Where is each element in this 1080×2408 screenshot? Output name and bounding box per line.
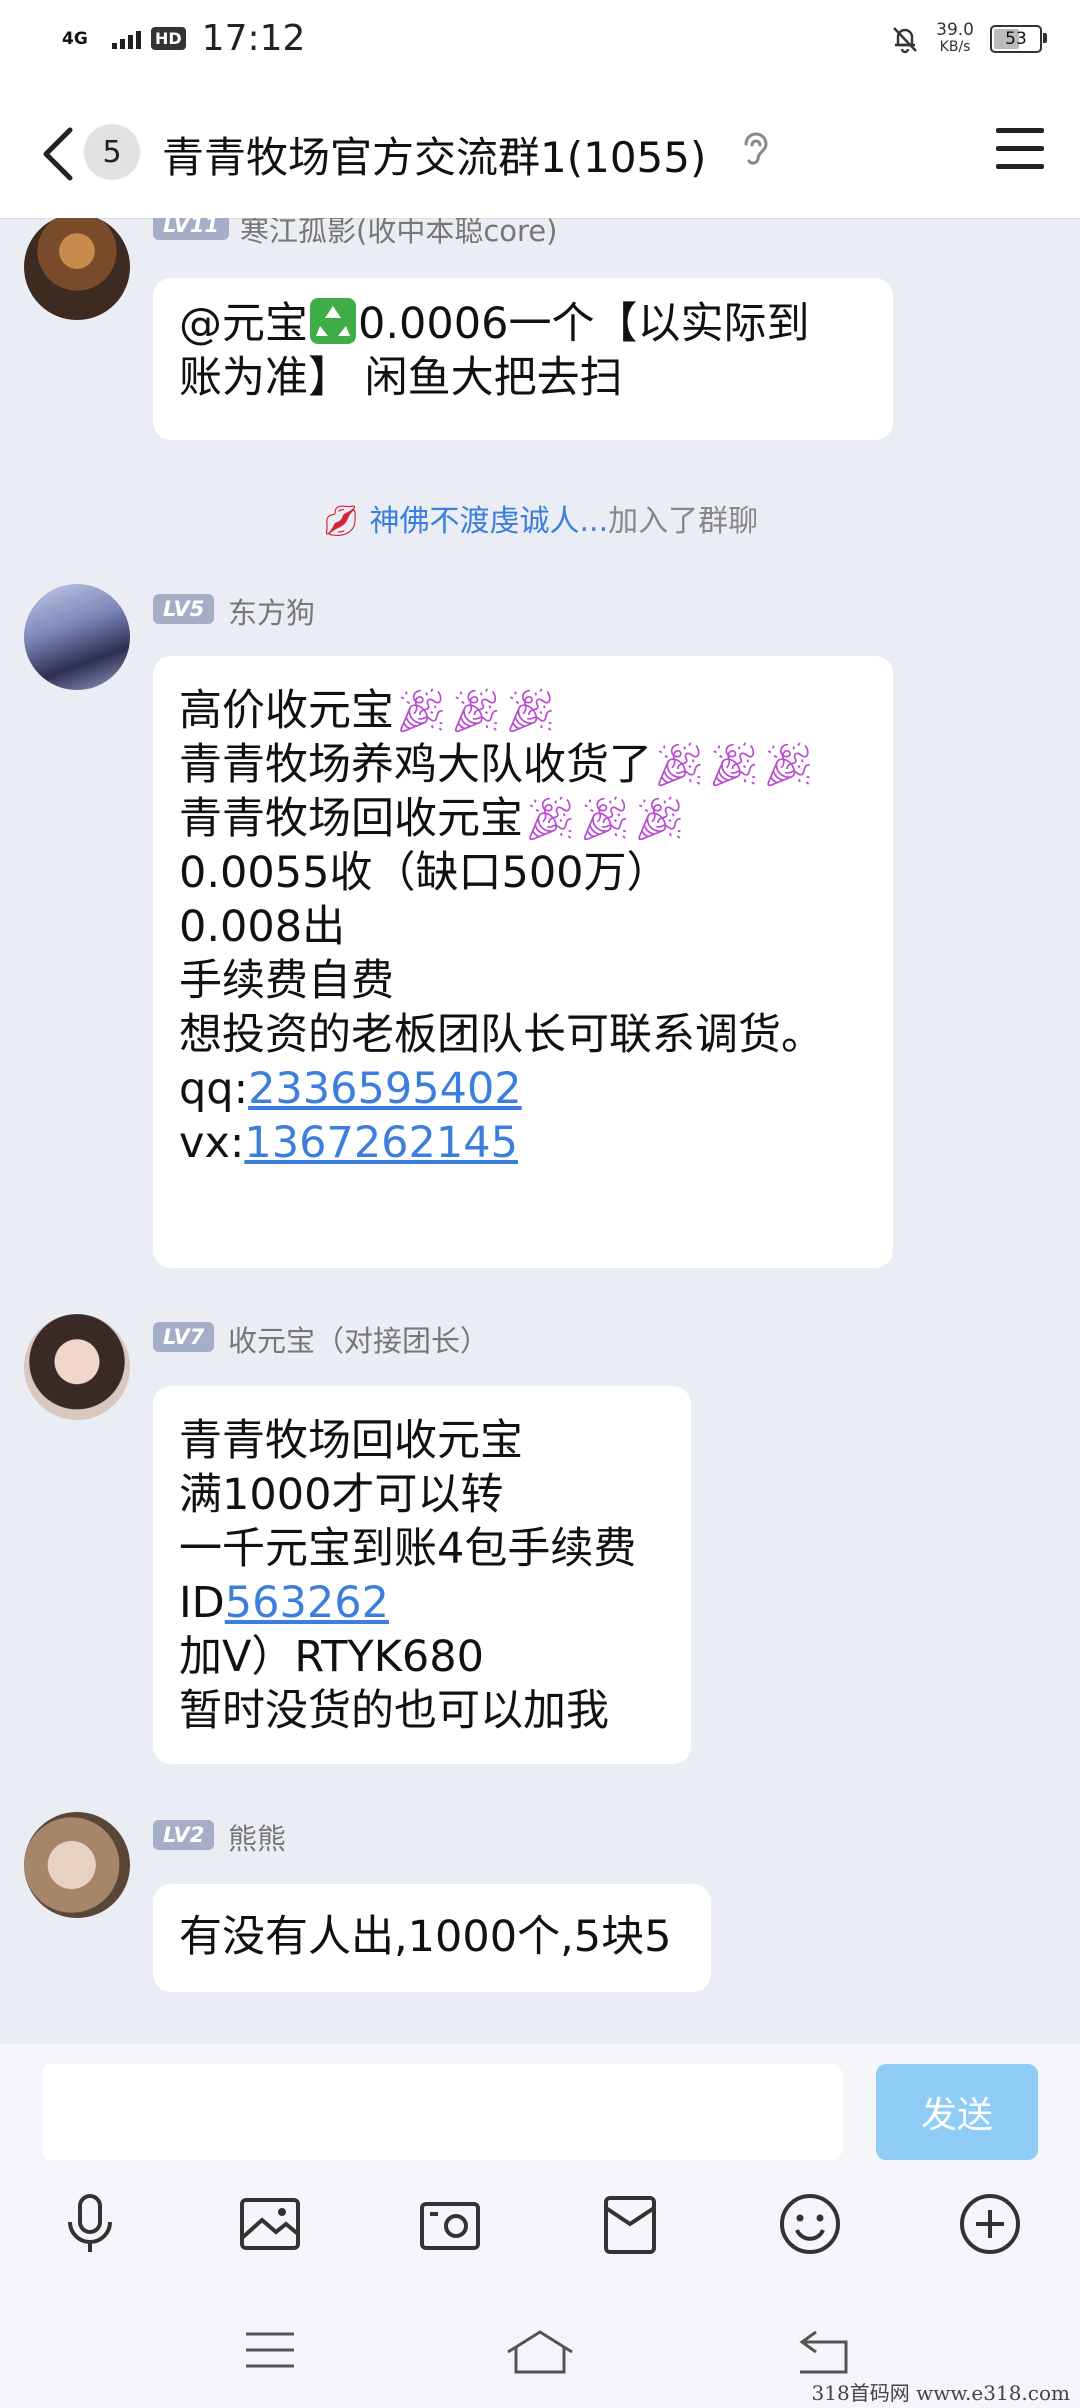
party-popper-icon: 🎉︎🎉︎🎉︎	[523, 794, 687, 844]
speed-unit: KB/s	[939, 39, 971, 55]
message-line: vx:1367262145	[179, 1118, 518, 1168]
party-popper-icon: 🎉︎🎉︎🎉︎	[652, 740, 816, 790]
sender-name[interactable]: 收元宝（对接团长）	[228, 1318, 489, 1360]
unread-count-badge[interactable]: 5	[84, 124, 140, 180]
recycle-icon	[310, 298, 356, 344]
wechat-number-link[interactable]: 1367262145	[244, 1118, 518, 1168]
recent-apps-icon[interactable]	[244, 2328, 296, 2372]
message-line: 青青牧场回收元宝🎉︎🎉︎🎉︎	[179, 794, 687, 844]
system-text: 加入了群聊	[608, 504, 759, 539]
signal-icon	[112, 29, 141, 49]
clock: 17:12	[201, 18, 306, 59]
sender-name[interactable]: 熊熊	[228, 1816, 286, 1858]
home-icon[interactable]	[504, 2328, 576, 2376]
message-line: 满1000才可以转	[179, 1470, 504, 1520]
image-icon[interactable]	[236, 2190, 304, 2258]
chat-header: 5 青青牧场官方交流群1(1055)	[0, 82, 1080, 219]
message-bubble[interactable]: @元宝 0.0006一个【以实际到 账为准】 闲鱼大把去扫	[153, 278, 893, 440]
message-line: @元宝 0.0006一个【以实际到	[179, 296, 867, 351]
lips-icon: 💋︎	[321, 504, 360, 539]
watermark: 318首码网 www.e318.com	[811, 2381, 1070, 2405]
message-bubble[interactable]: 高价收元宝🎉︎🎉︎🎉︎ 青青牧场养鸡大队收货了🎉︎🎉︎🎉︎ 青青牧场回收元宝🎉︎…	[153, 656, 893, 1268]
red-packet-icon[interactable]	[596, 2190, 664, 2258]
status-bar: 4G HD 17:12 39.0 KB/s 53	[0, 0, 1080, 82]
battery-icon: 53	[990, 25, 1047, 53]
message-line: 青青牧场回收元宝	[179, 1416, 523, 1466]
message-line: 一千元宝到账4包手续费	[179, 1524, 637, 1574]
message-line: 暂时没货的也可以加我	[179, 1686, 609, 1736]
back-nav-icon[interactable]	[796, 2328, 852, 2376]
network-speed: 39.0 KB/s	[936, 22, 974, 56]
microphone-icon[interactable]	[56, 2190, 124, 2258]
ear-icon[interactable]	[738, 130, 774, 170]
level-badge: LV7	[153, 1322, 215, 1352]
message-line: qq:2336595402	[179, 1064, 522, 1114]
message-line: 0.0055收（缺口500万）	[179, 848, 670, 898]
message-bubble[interactable]: 有没有人出,1000个,5块5	[153, 1884, 711, 1992]
message-bubble[interactable]: 青青牧场回收元宝 满1000才可以转 一千元宝到账4包手续费 ID563262 …	[153, 1386, 691, 1764]
avatar[interactable]	[24, 1314, 130, 1420]
status-right: 39.0 KB/s 53	[890, 22, 1047, 56]
message-line: 账为准】 闲鱼大把去扫	[179, 353, 623, 403]
send-button[interactable]: 发送	[876, 2064, 1038, 2160]
speed-value: 39.0	[936, 20, 974, 40]
menu-icon[interactable]	[996, 128, 1044, 172]
battery-level: 53	[1005, 29, 1027, 49]
hd-badge: HD	[151, 27, 186, 50]
party-popper-icon: 🎉︎🎉︎🎉︎	[394, 686, 558, 736]
message-line: ID563262	[179, 1578, 389, 1628]
sender-name[interactable]: 东方狗	[228, 590, 315, 632]
camera-icon[interactable]	[416, 2190, 484, 2258]
bell-mute-icon	[893, 27, 918, 54]
level-badge: LV2	[153, 1820, 215, 1850]
emoji-icon[interactable]	[776, 2190, 844, 2258]
status-left: 4G HD 17:12	[62, 18, 305, 59]
avatar[interactable]	[24, 1812, 130, 1918]
input-bar: 发送 318首码网 www.e318.com	[0, 2044, 1080, 2408]
message-line: 加V）RTYK680	[179, 1632, 484, 1682]
message-input[interactable]	[42, 2064, 842, 2160]
message-line: 青青牧场养鸡大队收货了🎉︎🎉︎🎉︎	[179, 740, 816, 790]
group-title: 青青牧场官方交流群1(1055)	[162, 133, 707, 182]
system-message: 💋︎ 神佛不渡虔诚人...加入了群聊	[0, 496, 1080, 540]
avatar[interactable]	[24, 218, 130, 320]
back-chevron-icon[interactable]	[38, 124, 78, 184]
message-line: 手续费自费	[179, 956, 394, 1006]
message-list[interactable]: LV11 寒江孤影(收中本聪core) @元宝 0.0006一个【以实际到 账为准…	[0, 218, 1080, 2044]
qq-number-link[interactable]: 2336595402	[248, 1064, 522, 1114]
level-badge: LV5	[153, 594, 215, 624]
id-link[interactable]: 563262	[225, 1578, 389, 1628]
message-line: 想投资的老板团队长可联系调货。	[179, 1010, 824, 1060]
message-line: 0.008出	[179, 902, 346, 952]
toolbar	[0, 2190, 1080, 2270]
joined-user-name[interactable]: 神佛不渡虔诚人...	[370, 504, 609, 539]
network-type: 4G	[62, 28, 88, 49]
sender-name[interactable]: 寒江孤影(收中本聪core)	[240, 218, 557, 250]
plus-icon[interactable]	[956, 2190, 1024, 2258]
avatar[interactable]	[24, 584, 130, 690]
message-line: 高价收元宝🎉︎🎉︎🎉︎	[179, 686, 558, 736]
message-line: 有没有人出,1000个,5块5	[179, 1912, 672, 1962]
level-badge: LV11	[153, 218, 229, 240]
